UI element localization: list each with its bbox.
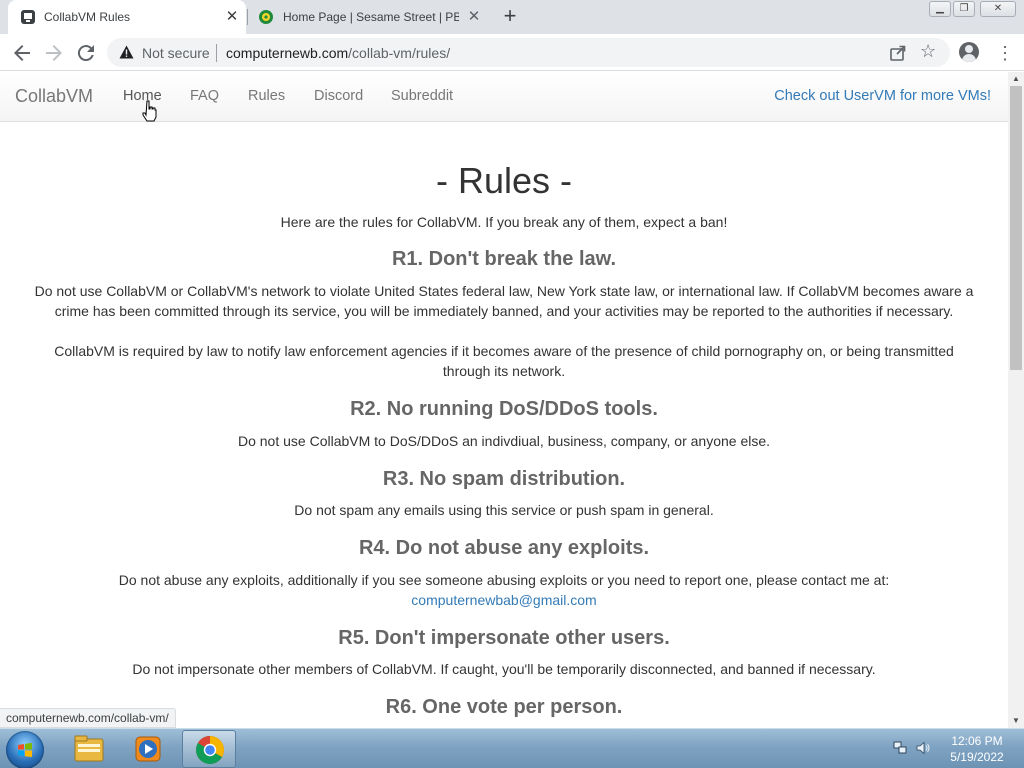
url-path: /collab-vm/rules/ bbox=[348, 45, 451, 61]
site-brand-link[interactable]: CollabVM bbox=[15, 86, 93, 107]
url-text[interactable]: computernewb.com/collab-vm/rules/ bbox=[226, 45, 450, 61]
taskbar-media-player-button[interactable] bbox=[122, 730, 176, 768]
rule-heading-r4: R4. Do not abuse any exploits. bbox=[358, 537, 650, 559]
bookmark-star-icon[interactable]: ☆ bbox=[920, 41, 936, 62]
rule-heading-r1: R1. Don't break the law. bbox=[391, 248, 617, 270]
hand-cursor-icon bbox=[142, 100, 157, 122]
rule-r1-paragraph-2: CollabVM is required by law to notify la… bbox=[54, 343, 954, 379]
nav-link-subreddit[interactable]: Subreddit bbox=[391, 88, 453, 104]
rule-r2-paragraph: Do not use CollabVM to DoS/DDoS an indiv… bbox=[237, 433, 771, 449]
reload-icon[interactable] bbox=[74, 41, 98, 65]
tab-title: Home Page | Sesame Street | PBS bbox=[283, 10, 459, 24]
tab-sesame-street[interactable]: Home Page | Sesame Street | PBS ✕ bbox=[248, 0, 488, 34]
url-host: computernewb.com bbox=[226, 45, 349, 61]
start-button[interactable] bbox=[6, 731, 44, 768]
rule-r1-paragraph-1: Do not use CollabVM or CollabVM's networ… bbox=[34, 283, 974, 319]
rule-r4-paragraph: Do not abuse any exploits, additionally … bbox=[30, 570, 978, 610]
rule-r5-paragraph: Do not impersonate other members of Coll… bbox=[132, 661, 876, 677]
omnibox-divider bbox=[216, 44, 217, 62]
tab-strip: CollabVM Rules ✕ Home Page | Sesame Stre… bbox=[0, 0, 1024, 34]
security-status-label[interactable]: Not secure bbox=[142, 45, 210, 61]
page-title: - Rules - bbox=[435, 160, 573, 201]
taskbar-chrome-button[interactable] bbox=[182, 730, 236, 768]
back-arrow-icon[interactable] bbox=[10, 41, 34, 65]
intro-text: Here are the rules for CollabVM. If you … bbox=[280, 214, 728, 230]
new-tab-plus-icon[interactable]: + bbox=[498, 5, 522, 29]
speaker-volume-icon[interactable] bbox=[916, 741, 931, 755]
window-close-button[interactable]: ✕ bbox=[980, 1, 1016, 17]
taskbar-clock[interactable]: 12:06 PM 5/19/2022 bbox=[937, 733, 1017, 765]
chrome-menu-kebab-icon[interactable]: ⋮ bbox=[996, 41, 1014, 65]
tab-title: CollabVM Rules bbox=[44, 10, 131, 24]
screen: CollabVM Rules ✕ Home Page | Sesame Stre… bbox=[0, 0, 1024, 768]
close-tab-icon[interactable]: ✕ bbox=[224, 9, 240, 25]
sesame-street-favicon-icon bbox=[259, 10, 273, 24]
rule-heading-r5: R5. Don't impersonate other users. bbox=[338, 627, 670, 649]
nav-link-faq[interactable]: FAQ bbox=[190, 88, 219, 104]
rule-heading-r3: R3. No spam distribution. bbox=[382, 468, 626, 490]
window-restore-button[interactable]: ❐ bbox=[953, 1, 975, 17]
tab-collabvm-rules[interactable]: CollabVM Rules ✕ bbox=[8, 0, 246, 34]
close-tab-icon[interactable]: ✕ bbox=[466, 9, 482, 25]
page-scrollbar[interactable]: ▲ ▼ bbox=[1008, 72, 1024, 728]
window-minimize-button[interactable]: ▁ bbox=[929, 1, 951, 17]
forward-arrow-icon[interactable] bbox=[42, 41, 66, 65]
address-bar[interactable]: Not secure computernewb.com/collab-vm/ru… bbox=[107, 38, 950, 67]
taskbar-explorer-button[interactable] bbox=[62, 730, 116, 768]
scroll-down-arrow-icon[interactable]: ▼ bbox=[1008, 714, 1024, 728]
windows-taskbar: 12:06 PM 5/19/2022 bbox=[0, 728, 1024, 768]
scrollbar-thumb[interactable] bbox=[1010, 86, 1022, 370]
clock-time: 12:06 PM bbox=[951, 734, 1003, 748]
chrome-logo-icon bbox=[196, 736, 224, 764]
rule-r3-paragraph: Do not spam any emails using this servic… bbox=[294, 502, 714, 518]
uservm-promo-link[interactable]: Check out UserVM for more VMs! bbox=[774, 88, 991, 104]
nav-link-rules[interactable]: Rules bbox=[248, 88, 285, 104]
media-player-icon bbox=[135, 736, 161, 762]
link-status-bubble: computernewb.com/collab-vm/ bbox=[0, 708, 176, 728]
contact-email-link[interactable]: computernewbab@gmail.com bbox=[411, 592, 596, 608]
rule-r4-text: Do not abuse any exploits, additionally … bbox=[118, 572, 890, 588]
profile-avatar-icon[interactable] bbox=[959, 42, 979, 62]
nav-link-discord[interactable]: Discord bbox=[314, 88, 363, 104]
windows-logo-icon bbox=[18, 743, 32, 757]
browser-toolbar: Not secure computernewb.com/collab-vm/ru… bbox=[0, 34, 1024, 71]
system-tray: 12:06 PM 5/19/2022 bbox=[885, 729, 1024, 768]
folder-icon bbox=[74, 735, 104, 762]
clock-date: 5/19/2022 bbox=[950, 750, 1004, 764]
scroll-up-arrow-icon[interactable]: ▲ bbox=[1008, 72, 1024, 86]
warning-triangle-icon[interactable] bbox=[119, 45, 134, 59]
share-icon[interactable] bbox=[889, 44, 907, 62]
page-viewport: CollabVM Home FAQ Rules Discord Subreddi… bbox=[0, 72, 1008, 728]
network-icon[interactable] bbox=[893, 741, 907, 755]
collabvm-favicon-icon bbox=[21, 10, 35, 24]
rule-heading-r2: R2. No running DoS/DDoS tools. bbox=[350, 398, 658, 420]
